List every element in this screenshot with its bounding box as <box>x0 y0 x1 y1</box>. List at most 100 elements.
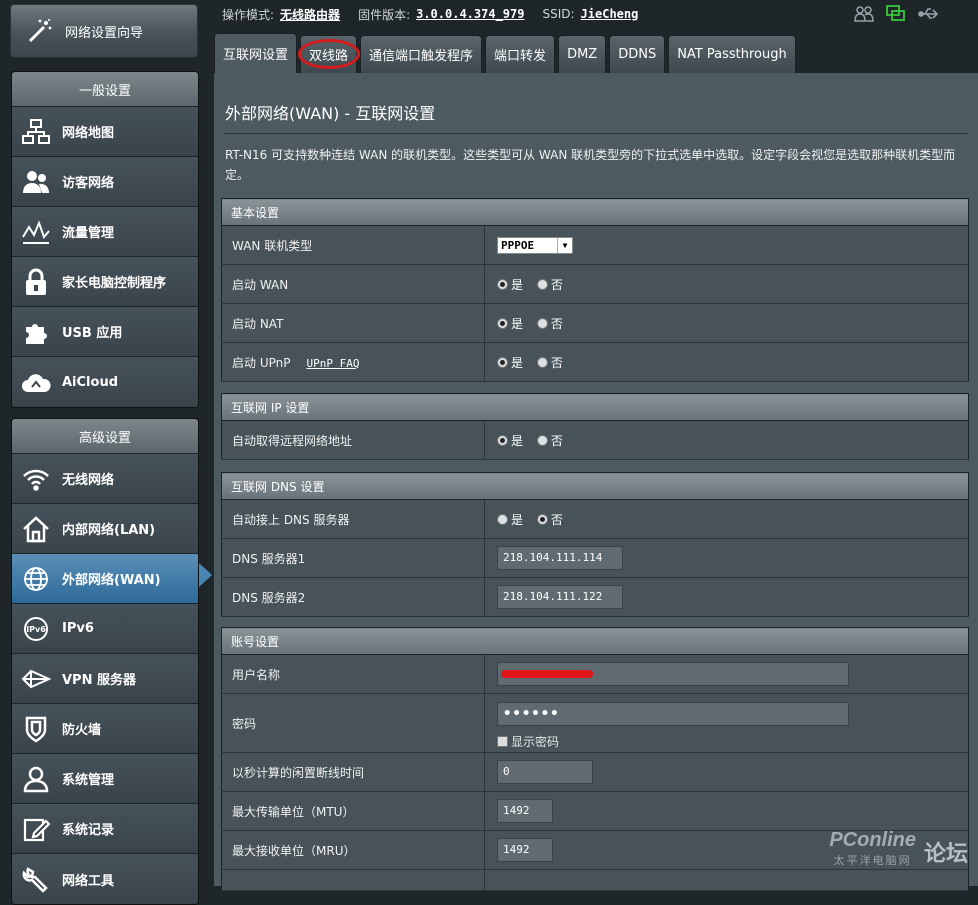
sidebar-item-guest-network[interactable]: 访客网络 <box>12 157 198 207</box>
show-password-checkbox[interactable]: 显示密码 <box>497 733 559 750</box>
sidebar-item-parental-control[interactable]: 家长电脑控制程序 <box>12 257 198 307</box>
tools-icon <box>20 863 52 895</box>
tab-dual-wan[interactable]: 双线路 <box>298 35 361 73</box>
dns2-label: DNS 服务器2 <box>221 577 485 617</box>
radio-label: 是 <box>511 277 524 292</box>
sidebar-item-ipv6[interactable]: IPv6 IPv6 <box>12 604 198 654</box>
firmware-label: 固件版本: <box>358 7 411 22</box>
enable-nat-yes-radio[interactable]: 是 <box>497 315 523 332</box>
tab-label: 端口转发 <box>494 49 547 64</box>
dns1-input[interactable]: 218.104.111.114 <box>497 546 623 570</box>
guest-network-icon <box>20 166 52 198</box>
username-label: 用户名称 <box>221 654 485 694</box>
dns2-input[interactable]: 218.104.111.122 <box>497 585 623 609</box>
red-highlight-circle <box>298 39 361 69</box>
sidebar-item-label: USB 应用 <box>62 326 123 341</box>
traffic-manager-icon <box>20 216 52 248</box>
firmware-version-link[interactable]: 3.0.0.4.374_979 <box>416 7 524 21</box>
auto-ip-yes-radio[interactable]: 是 <box>497 432 523 449</box>
radio-label: 否 <box>550 277 563 292</box>
enable-upnp-yes-radio[interactable]: 是 <box>497 354 523 371</box>
tab-nat-passthrough[interactable]: NAT Passthrough <box>668 35 796 73</box>
mru-label: 最大接收单位（MRU） <box>221 830 485 870</box>
sidebar-item-firewall[interactable]: 防火墙 <box>12 704 198 754</box>
watermark-logo: PConline <box>829 829 916 851</box>
pconline-watermark: PConline 太平洋电脑网 论坛 <box>829 829 968 868</box>
operation-mode-link[interactable]: 无线路由器 <box>280 6 340 23</box>
internet-status-icon[interactable] <box>886 5 906 27</box>
idle-time-input[interactable]: 0 <box>497 760 593 784</box>
radio-label: 否 <box>550 316 563 331</box>
enable-wan-no-radio[interactable]: 否 <box>536 276 563 293</box>
tab-port-forwarding[interactable]: 端口转发 <box>485 35 556 73</box>
advanced-settings-group: 高级设置 无线网络 内部网络(LAN) 外部网络(WAN) IPv6 IPv6 … <box>11 418 199 905</box>
dns-settings-table: 互联网 DNS 设置 自动接上 DNS 服务器 是 否 DNS 服务器1 218… <box>221 472 969 617</box>
watermark-forum: 论坛 <box>923 842 968 867</box>
enable-nat-label: 启动 NAT <box>221 303 485 343</box>
enable-upnp-no-radio[interactable]: 否 <box>536 354 563 371</box>
sidebar-item-label: 系统管理 <box>62 773 115 788</box>
status-bar: 操作模式: 无线路由器 固件版本: 3.0.0.4.374_979 SSID: … <box>222 4 656 24</box>
tab-label: DDNS <box>618 47 657 62</box>
sidebar-item-wireless[interactable]: 无线网络 <box>12 454 198 504</box>
section-title: 基本设置 <box>221 198 969 226</box>
tab-internet-setup[interactable]: 互联网设置 <box>214 33 298 73</box>
wan-type-select[interactable]: PPPOE ▼ <box>497 236 573 254</box>
radio-label: 否 <box>550 355 563 370</box>
sidebar-item-label: VPN 服务器 <box>62 673 136 688</box>
tab-label: 通信端口触发程序 <box>369 49 474 64</box>
shield-icon <box>20 713 52 745</box>
magic-wand-icon <box>25 16 55 46</box>
sidebar-item-label: 流量管理 <box>62 226 115 241</box>
ssid-link[interactable]: JieCheng <box>581 7 639 21</box>
sidebar-item-network-tools[interactable]: 网络工具 <box>12 854 198 904</box>
mtu-input[interactable]: 1492 <box>497 799 553 823</box>
advanced-settings-title: 高级设置 <box>12 419 198 454</box>
cloud-icon <box>20 366 52 398</box>
main-panel: 外部网络(WAN) - 互联网设置 RT-N16 可支持数种连结 WAN 的联机… <box>214 73 978 891</box>
username-redaction <box>501 670 593 678</box>
sidebar-item-label: 防火墙 <box>62 723 102 738</box>
sidebar-item-system-log[interactable]: 系统记录 <box>12 804 198 854</box>
auto-dns-yes-radio[interactable]: 是 <box>497 511 523 528</box>
parental-lock-icon <box>20 266 52 298</box>
network-setup-wizard-button[interactable]: 网络设置向导 <box>10 4 198 58</box>
sidebar-item-network-map[interactable]: 网络地图 <box>12 107 198 157</box>
radio-label: 是 <box>511 433 524 448</box>
ipv6-icon: IPv6 <box>20 613 52 645</box>
enable-wan-yes-radio[interactable]: 是 <box>497 276 523 293</box>
home-icon <box>20 513 52 545</box>
sidebar-item-lan[interactable]: 内部网络(LAN) <box>12 504 198 554</box>
tab-dmz[interactable]: DMZ <box>558 35 607 73</box>
tab-label: 互联网设置 <box>223 48 289 63</box>
radio-label: 是 <box>511 316 524 331</box>
watermark-subtitle: 太平洋电脑网 <box>833 854 912 867</box>
tab-port-trigger[interactable]: 通信端口触发程序 <box>360 35 483 73</box>
sidebar-item-vpn[interactable]: VPN 服务器 <box>12 654 198 704</box>
sidebar-item-traffic-manager[interactable]: 流量管理 <box>12 207 198 257</box>
tab-ddns[interactable]: DDNS <box>609 35 666 73</box>
sidebar-item-wan[interactable]: 外部网络(WAN) <box>12 554 198 604</box>
enable-nat-no-radio[interactable]: 否 <box>536 315 563 332</box>
clients-icon[interactable] <box>854 5 874 27</box>
sidebar-item-label: 外部网络(WAN) <box>62 573 161 588</box>
upnp-faq-link[interactable]: UPnP FAQ <box>306 357 359 370</box>
sidebar-item-label: 家长电脑控制程序 <box>62 276 167 291</box>
usb-status-icon[interactable] <box>918 5 940 27</box>
sidebar-item-administration[interactable]: 系统管理 <box>12 754 198 804</box>
mru-input[interactable]: 1492 <box>497 838 553 862</box>
password-input[interactable]: •••••• <box>497 702 849 726</box>
sidebar-item-aicloud[interactable]: AiCloud <box>12 357 198 407</box>
tab-label: DMZ <box>567 47 598 62</box>
sidebar-item-label: 无线网络 <box>62 473 115 488</box>
usb-puzzle-icon <box>20 316 52 348</box>
wifi-icon <box>20 463 52 495</box>
svg-text:IPv6: IPv6 <box>26 625 46 634</box>
password-label: 密码 <box>221 693 485 753</box>
enable-wan-label: 启动 WAN <box>221 264 485 304</box>
sidebar-item-usb-application[interactable]: USB 应用 <box>12 307 198 357</box>
sidebar-item-label: 网络地图 <box>62 126 115 141</box>
chevron-down-icon: ▼ <box>557 237 572 253</box>
auto-ip-no-radio[interactable]: 否 <box>536 432 563 449</box>
auto-dns-no-radio[interactable]: 否 <box>536 511 563 528</box>
